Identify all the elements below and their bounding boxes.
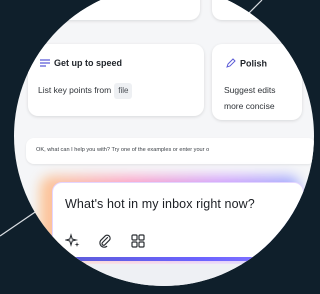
lower-panel — [60, 264, 300, 286]
card-body-line-1: Suggest edits — [224, 85, 276, 95]
input-focus-bar — [53, 257, 303, 261]
hint-bar: OK, what can I help you with? Try one of… — [26, 138, 314, 164]
card-title-text: Get up to speed — [54, 58, 123, 68]
card-body: List key points from file — [38, 82, 133, 99]
prompt-input[interactable]: What's hot in my inbox right now? — [52, 182, 304, 261]
card-body-text: List key points from — [38, 85, 112, 95]
paperclip-icon[interactable] — [97, 233, 113, 249]
magnified-view: Get up to speed List key points from file… — [14, 0, 314, 286]
file-chip[interactable]: file — [114, 83, 133, 99]
card-title-text: Polish — [240, 58, 268, 69]
sparkle-icon[interactable] — [63, 233, 81, 249]
pencil-icon — [226, 58, 236, 70]
card-title: Get up to speed — [40, 58, 122, 69]
prompt-toolbar — [63, 233, 158, 249]
hint-text: OK, what can I help you with? Try one of… — [36, 147, 210, 153]
card-body: Suggest edits more concise — [224, 82, 276, 114]
prompt-text[interactable]: What's hot in my inbox right now? — [65, 197, 255, 211]
suggestion-card-top-left[interactable] — [30, 0, 200, 20]
card-title: Polish — [226, 58, 267, 70]
suggestion-card-top-right[interactable] — [212, 0, 302, 20]
apps-icon[interactable] — [130, 233, 146, 249]
card-body-line-2: more concise — [224, 101, 275, 111]
suggestion-card-polish[interactable]: Polish Suggest edits more concise — [212, 44, 302, 120]
list-icon — [40, 59, 50, 69]
suggestion-card-get-up-to-speed[interactable]: Get up to speed List key points from file — [28, 44, 204, 116]
